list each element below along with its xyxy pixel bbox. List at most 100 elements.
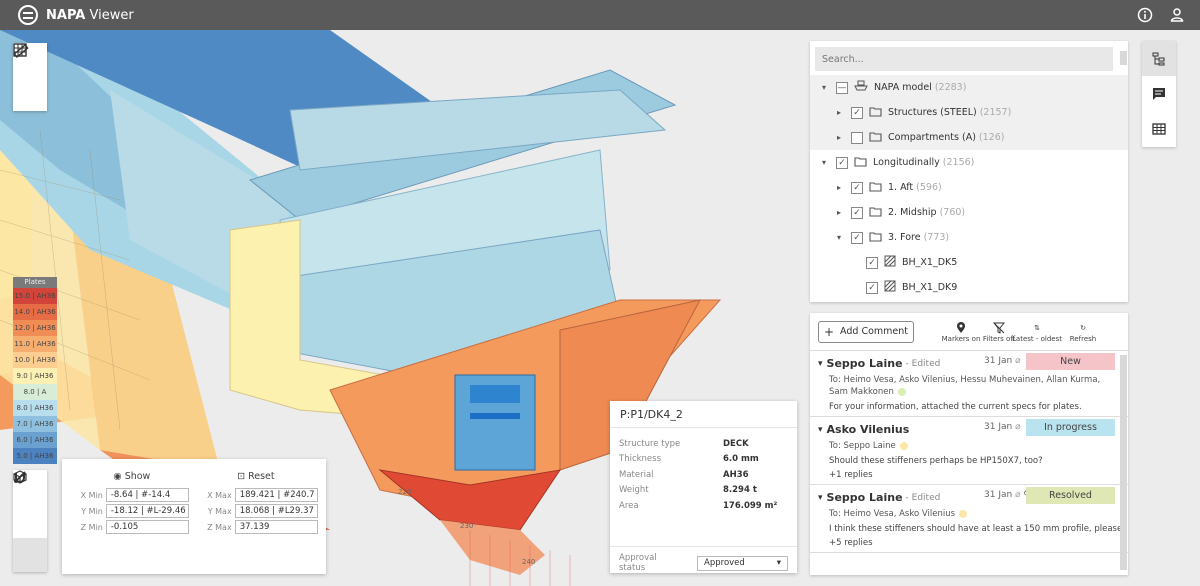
search-input[interactable]: Search... — [815, 47, 1113, 71]
properties-title: P:P1/DK4_2 — [610, 401, 797, 428]
measure-icon[interactable] — [13, 43, 47, 111]
edit-tools — [13, 470, 47, 572]
legend-title: Plates — [13, 277, 57, 288]
y-min-field[interactable]: -18.12 | #L-29.46 — [105, 504, 190, 518]
tree-node[interactable]: ▸ ✓ 1. Aft (596) — [810, 175, 1128, 200]
replies-link[interactable]: +5 replies — [829, 538, 1125, 548]
chevron-down-icon[interactable]: ▾ — [818, 425, 823, 435]
z-max-field[interactable]: 37.139 — [234, 520, 318, 534]
info-icon[interactable] — [1136, 6, 1154, 24]
tree-node-count: (2156) — [942, 157, 975, 168]
property-row: Structure type DECK — [610, 436, 797, 452]
approval-status-select[interactable]: Approved ▾ — [697, 555, 788, 571]
filter-off-icon — [993, 321, 1005, 335]
chevron-right-icon[interactable]: ▸ — [833, 208, 845, 217]
tree-node-label: 2. Midship — [888, 207, 937, 218]
chevron-down-icon[interactable]: ▾ — [818, 359, 823, 369]
status-badge[interactable]: In progress — [1026, 419, 1115, 436]
tree-node[interactable]: ▸ ✓ Structures (STEEL) (2157) — [810, 100, 1128, 125]
property-key: Thickness — [619, 454, 662, 465]
checkbox[interactable]: ✓ — [836, 156, 848, 169]
property-value: 8.294 t — [723, 485, 757, 496]
checkbox[interactable]: ✓ — [851, 106, 863, 119]
comment-card[interactable]: ▾ Asko Vilenius 31 Jan ⌀ In progress To: Sep… — [810, 417, 1128, 485]
x-max-field[interactable]: 189.421 | #240.7 — [234, 488, 318, 502]
replies-link[interactable]: +1 replies — [829, 470, 1125, 480]
tree-node[interactable]: ✓ BH_X1_DK9 — [810, 275, 1128, 300]
chevron-down-icon[interactable]: ▾ — [833, 233, 845, 242]
user-icon[interactable] — [1168, 6, 1186, 24]
tree-node[interactable]: ▸ Compartments (A) (126) — [810, 125, 1128, 150]
checkbox[interactable] — [851, 131, 863, 144]
chevron-right-icon[interactable]: ▸ — [833, 133, 845, 142]
legend-item: 7.0 | AH36 — [13, 416, 57, 432]
tree-node[interactable]: ✓ BH_X1_DK5 — [810, 250, 1128, 275]
tree-icon[interactable] — [1142, 41, 1176, 76]
comments-panel: + Add Comment Markers on Filters off ⇅ Lat… — [810, 313, 1128, 575]
axis-tick-230: 230 — [460, 522, 473, 530]
refresh-icon: ↻ — [1080, 323, 1086, 332]
tree-node-label: BH_X1_DK9 — [902, 282, 958, 293]
hatch-icon — [884, 255, 896, 270]
tree-node-label: 1. Aft — [888, 182, 914, 193]
comment-text: Should these stiffeners perhaps be HP150… — [829, 456, 1043, 466]
tree-node-label: BH_X1_DK5 — [902, 257, 958, 268]
z-min-label: Z Min — [80, 522, 103, 532]
comment-card[interactable]: ▾Seppo Laine- Edited 31 Jan ⌀ ⚲Resolved To… — [810, 485, 1128, 553]
legend-item: 12.0 | AH36 — [13, 320, 57, 336]
tree-node-count: (2157) — [979, 107, 1012, 118]
checkbox[interactable]: ✓ — [851, 231, 863, 244]
chevron-down-icon[interactable]: ▾ — [818, 83, 830, 92]
legend-item: 14.0 | AH36 — [13, 304, 57, 320]
comment-date: 31 Jan ⌀ — [984, 356, 1021, 366]
top-bar: NAPA Viewer — [0, 0, 1200, 30]
markers-toggle[interactable]: Markers on — [942, 321, 980, 343]
tree-node-count: (126) — [978, 132, 1005, 143]
checkbox[interactable]: ✓ — [851, 181, 863, 194]
refresh-button[interactable]: ↻ Refresh — [1064, 321, 1102, 343]
checkbox[interactable]: ✓ — [851, 206, 863, 219]
comment-card[interactable]: ▾ Seppo Laine - Edited 31 Jan ⌀ New To: Heimo… — [810, 351, 1128, 417]
side-toolbar — [1142, 41, 1176, 147]
x-min-field[interactable]: -8.64 | #-14.4 — [105, 488, 190, 502]
tree-node-count: (596) — [916, 182, 942, 193]
z-min-field[interactable]: -0.105 — [105, 520, 190, 534]
status-badge[interactable]: New — [1026, 353, 1115, 370]
status-dot — [959, 509, 968, 518]
tree-node-label: Longitudinally — [873, 157, 940, 168]
comment-icon[interactable] — [1142, 76, 1176, 111]
tree-node[interactable]: ▾ ✓ Longitudinally (2156) — [810, 150, 1128, 175]
checkbox[interactable]: — — [836, 81, 848, 94]
y-max-field[interactable]: 18.068 | #L29.37 — [234, 504, 318, 518]
checkbox[interactable]: ✓ — [866, 256, 878, 269]
sort-toggle[interactable]: ⇅ Latest - oldest — [1012, 321, 1062, 343]
reset-button[interactable]: ⊡ Reset — [237, 471, 275, 482]
approval-status-label: Approval status — [619, 553, 657, 573]
legend-item: 6.0 | AH36 — [13, 432, 57, 448]
tree-scrollbar[interactable] — [1120, 51, 1127, 65]
cube-icon[interactable] — [13, 470, 47, 572]
property-key: Area — [619, 500, 639, 511]
add-comment-button[interactable]: + Add Comment — [818, 320, 914, 343]
comments-scrollbar[interactable] — [1120, 355, 1127, 570]
model-tree-panel: Search... ▾ — NAPA model (2283) ▸ ✓ Structures… — [810, 41, 1128, 302]
chevron-right-icon[interactable]: ▸ — [833, 183, 845, 192]
chevron-down-icon[interactable]: ▾ — [818, 158, 830, 167]
tree-node[interactable]: ▸ ✓ 2. Midship (760) — [810, 200, 1128, 225]
attachment-icon: ⌀ — [1015, 356, 1021, 366]
checkbox[interactable]: ✓ — [866, 281, 878, 294]
property-key: Structure type — [619, 438, 681, 449]
tree-node-label: 3. Fore — [888, 232, 921, 243]
reset-icon: ⊡ — [237, 470, 246, 482]
tree-node[interactable]: ▾ — NAPA model (2283) — [810, 75, 1128, 100]
tree-node-count: (2283) — [934, 82, 967, 93]
show-button[interactable]: ◉ Show — [113, 471, 150, 482]
magnet-icon[interactable] — [13, 473, 47, 538]
legend-item: 11.0 | AH36 — [13, 336, 57, 352]
property-row: Thickness 6.0 mm — [610, 452, 797, 468]
status-badge[interactable]: Resolved — [1026, 487, 1115, 504]
tree-node[interactable]: ▾ ✓ 3. Fore (773) — [810, 225, 1128, 250]
chevron-right-icon[interactable]: ▸ — [833, 108, 845, 117]
chevron-down-icon[interactable]: ▾ — [818, 493, 823, 503]
table-icon[interactable] — [1142, 111, 1176, 146]
